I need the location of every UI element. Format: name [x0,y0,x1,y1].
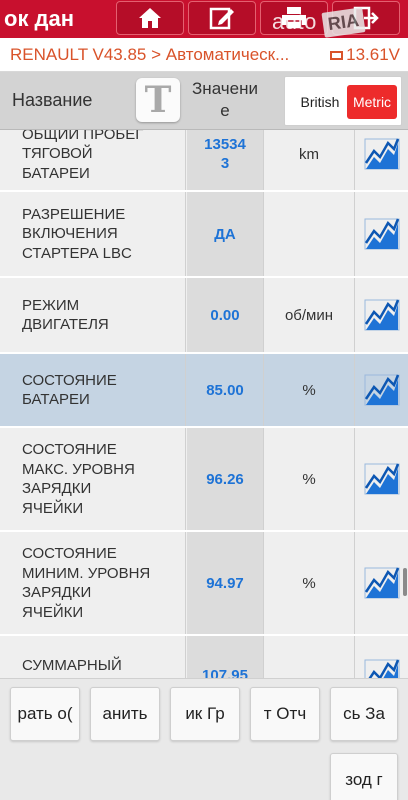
row-name-text: СУММАРНЫЙЗАРЯД [22,656,122,679]
battery-icon [330,50,344,60]
row-value-text: 94.97 [206,574,244,592]
row-name-text: ОБЩИЙ ПРОБЕГ ТЯГОВОЙ БАТАРЕИ [22,130,144,182]
toolbar-button[interactable]: ик Гр [170,687,240,741]
row-name-text: СОСТОЯНИЕ МИНИМ. УРОВНЯ ЗАРЯДКИ ЯЧЕЙКИ [22,545,151,621]
row-graph-button[interactable] [356,636,408,678]
row-value: ДА [187,192,263,276]
graph-icon [364,299,400,331]
battery-voltage: 13.61V [330,38,400,72]
row-value: 0.00 [187,278,263,352]
header-value: Значени е [187,78,263,122]
row-graph-button[interactable] [356,278,408,352]
toolbar-button[interactable]: т Отч [250,687,320,741]
row-name: СОСТОЯНИЕ МИНИМ. УРОВНЯ ЗАРЯДКИ ЯЧЕЙКИ [0,532,186,634]
table-row[interactable]: РАЗРЕШЕНИЕ ВКЛЮЧЕНИЯ СТАРТЕРА LBC ДА [0,192,408,278]
row-unit: об/мин [263,278,355,352]
row-graph-button[interactable] [356,130,408,190]
table-header: Название T Значени е British Metric [0,72,408,130]
row-unit: km [263,130,355,190]
graph-icon [364,374,400,406]
row-value: 107.95 [187,636,263,678]
header-value-line2: е [220,101,230,120]
row-value-text: 13534 3 [204,136,246,172]
row-value: 13534 3 [187,130,263,190]
edit-report-icon [209,7,234,30]
graph-icon [364,659,400,678]
toolbar-button[interactable]: рать о( [10,687,80,741]
report-button[interactable] [188,1,256,35]
graph-icon [364,218,400,250]
row-value-text: 85.00 [206,381,244,399]
row-value: 96.26 [187,428,263,530]
row-name: СОСТОЯНИЕ МАКС. УРОВНЯ ЗАРЯДКИ ЯЧЕЙКИ [0,428,186,530]
toolbar-button[interactable]: сь За [330,687,398,741]
row-name-text: РАЗРЕШЕНИЕ ВКЛЮЧЕНИЯ СТАРТЕРА LBC [22,205,132,262]
row-value-text: 107.95 [202,666,248,679]
row-value: 94.97 [187,532,263,634]
watermark-auto: auto [272,9,317,34]
table-row[interactable]: СОСТОЯНИЕ МИНИМ. УРОВНЯ ЗАРЯДКИ ЯЧЕЙКИ 94.97… [0,532,408,636]
table-row[interactable]: ОБЩИЙ ПРОБЕГ ТЯГОВОЙ БАТАРЕИ 13534 3 km [0,130,408,192]
data-table: ОБЩИЙ ПРОБЕГ ТЯГОВОЙ БАТАРЕИ 13534 3 km РАЗРЕШ… [0,130,408,678]
row-value: 85.00 [187,354,263,426]
header-value-line1: Значени [192,79,258,98]
toolbar-button[interactable]: зод г [330,753,398,800]
row-name: РАЗРЕШЕНИЕ ВКЛЮЧЕНИЯ СТАРТЕРА LBC [0,192,186,276]
watermark-logo: auto RIA [272,4,366,40]
header-name: Название [12,90,93,110]
breadcrumb-path: RENAULT V43.85 > Автоматическ... [10,45,290,64]
row-unit: % [263,354,355,426]
row-name: ОБЩИЙ ПРОБЕГ ТЯГОВОЙ БАТАРЕИ [0,130,186,190]
text-size-button[interactable]: T [136,78,180,122]
row-graph-button[interactable] [356,428,408,530]
bottom-toolbar: рать о(анить ик Гр т Отч сь За зод г [0,678,408,800]
row-unit [263,192,355,276]
breadcrumb: RENAULT V43.85 > Автоматическ... 13.61V [0,38,408,72]
graph-icon [364,138,400,170]
watermark-ria: RIA [321,6,366,38]
row-value-text: 0.00 [210,306,240,324]
row-name-text: РЕЖИМ ДВИГАТЕЛЯ [22,296,109,334]
row-name: СОСТОЯНИЕ БАТАРЕИ [0,354,186,426]
table-row[interactable]: СУММАРНЫЙЗАРЯД 107.95 [0,636,408,678]
row-name: СУММАРНЫЙЗАРЯД [0,636,186,678]
row-value-text: 96.26 [206,470,244,488]
home-icon [139,8,161,28]
table-row[interactable]: СОСТОЯНИЕ БАТАРЕИ 85.00% [0,354,408,428]
metric-units-button[interactable]: Metric [347,85,397,119]
row-unit: % [263,428,355,530]
scrollbar[interactable] [403,568,407,596]
row-graph-button[interactable] [356,354,408,426]
row-graph-button[interactable] [356,532,408,634]
row-name-text: СОСТОЯНИЕ МАКС. УРОВНЯ ЗАРЯДКИ ЯЧЕЙКИ [22,441,135,517]
voltage-value: 13.61V [346,45,400,64]
row-value-text: ДА [214,225,236,243]
app-root: ок дан auto RIA RENAULT V43.85 > Автомат… [0,0,408,800]
toolbar-button[interactable]: анить [90,687,160,741]
table-row[interactable]: РЕЖИМ ДВИГАТЕЛЯ 0.00 об/мин [0,278,408,354]
row-graph-button[interactable] [356,192,408,276]
row-unit: % [263,532,355,634]
table-row[interactable]: СОСТОЯНИЕ МАКС. УРОВНЯ ЗАРЯДКИ ЯЧЕЙКИ 96.26% [0,428,408,532]
row-unit [263,636,355,678]
graph-icon [364,463,400,495]
graph-icon [364,567,400,599]
british-units-button[interactable]: British [289,85,351,119]
unit-toggle: British Metric [284,76,402,126]
row-name-text: СОСТОЯНИЕ БАТАРЕИ [22,371,117,409]
top-bar: ок дан auto RIA [0,0,408,38]
row-name: РЕЖИМ ДВИГАТЕЛЯ [0,278,186,352]
home-button[interactable] [116,1,184,35]
page-title: ок дан [4,6,75,31]
